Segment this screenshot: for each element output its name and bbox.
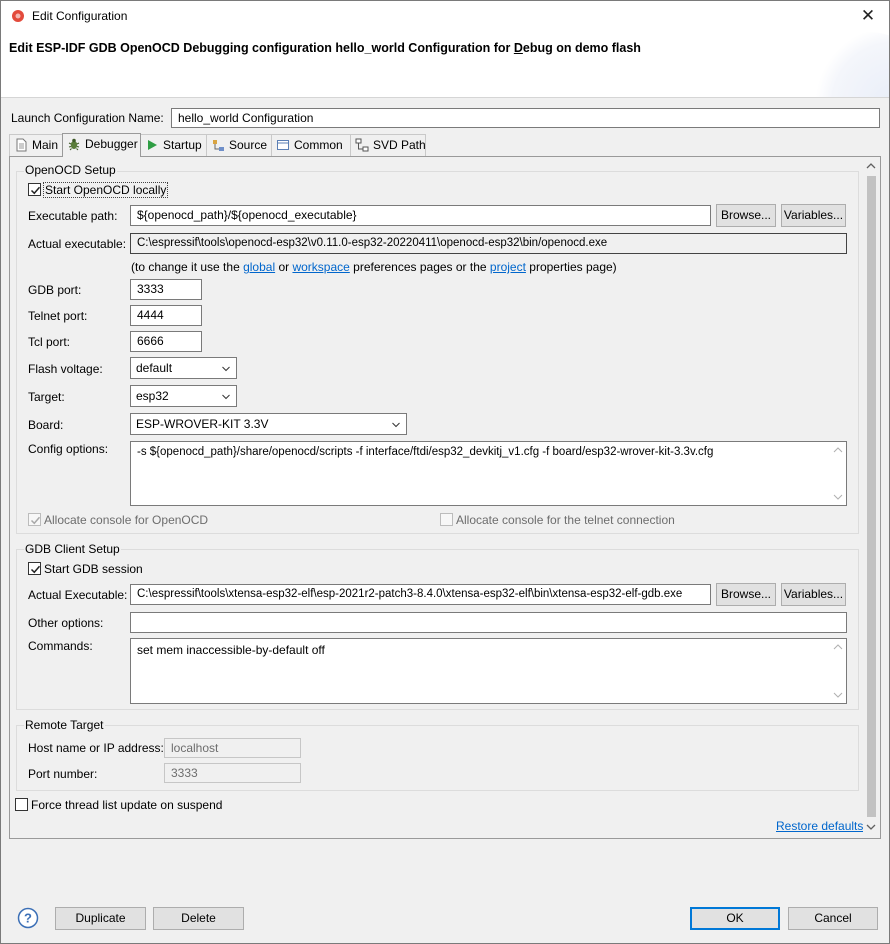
tcl-port-label: Tcl port: <box>28 335 71 349</box>
document-icon <box>16 138 27 152</box>
start-openocd-checkbox[interactable] <box>28 183 41 196</box>
gdb-browse-button[interactable]: Browse... <box>716 583 776 606</box>
workspace-link[interactable]: workspace <box>292 260 349 274</box>
project-link[interactable]: project <box>490 260 526 274</box>
svd-icon <box>355 138 369 152</box>
force-thread-label: Force thread list update on suspend <box>31 798 223 812</box>
panel-scrollbar[interactable] <box>863 158 879 837</box>
gdb-exec-label: Actual Executable: <box>28 588 128 602</box>
gdb-variables-button[interactable]: Variables... <box>781 583 846 606</box>
alloc-console-checkbox[interactable] <box>28 513 41 526</box>
app-icon <box>12 10 24 22</box>
launch-name-label: Launch Configuration Name: <box>11 111 164 125</box>
checkmark-icon <box>30 186 41 195</box>
start-gdb-checkbox[interactable] <box>28 562 41 575</box>
config-options-textarea[interactable]: -s ${openocd_path}/share/openocd/scripts… <box>130 441 847 506</box>
commands-textarea[interactable]: set mem inaccessible-by-default off <box>130 638 847 704</box>
close-button[interactable]: ✕ <box>853 3 883 29</box>
host-label: Host name or IP address: <box>28 741 164 755</box>
scroll-thumb[interactable] <box>867 176 876 817</box>
gdb-port-label: GDB port: <box>28 283 82 297</box>
exec-path-label: Executable path: <box>28 209 118 223</box>
bug-icon <box>68 138 80 151</box>
board-select[interactable]: ESP-WROVER-KIT 3.3V <box>130 413 407 435</box>
scroll-up-icon[interactable] <box>866 162 876 170</box>
window-title: Edit Configuration <box>32 9 128 23</box>
cancel-button[interactable]: Cancel <box>788 907 878 930</box>
textarea-scrollbar[interactable] <box>830 639 846 703</box>
tab-debugger[interactable]: Debugger <box>62 133 141 157</box>
openocd-browse-button[interactable]: Browse... <box>716 204 776 227</box>
scroll-down-icon[interactable] <box>866 823 876 831</box>
gdb-exec-input[interactable]: C:\espressif\tools\xtensa-esp32-elf\esp-… <box>130 584 711 605</box>
alloc-telnet-checkbox[interactable] <box>440 513 453 526</box>
duplicate-button[interactable]: Duplicate <box>55 907 146 930</box>
gdb-port-input[interactable]: 3333 <box>130 279 202 300</box>
dialog-header-title: Edit ESP-IDF GDB OpenOCD Debugging confi… <box>9 41 641 55</box>
tab-startup[interactable]: Startup <box>140 134 207 156</box>
launch-name-input[interactable]: hello_world Configuration <box>171 108 880 128</box>
other-options-input[interactable] <box>130 612 847 633</box>
common-icon <box>277 140 289 150</box>
help-icon[interactable]: ? <box>17 907 39 929</box>
header-decoration <box>809 32 889 97</box>
ok-button[interactable]: OK <box>690 907 780 930</box>
telnet-port-input[interactable]: 4444 <box>130 305 202 326</box>
remote-target-title: Remote Target <box>24 718 105 732</box>
commands-label: Commands: <box>28 639 93 653</box>
source-icon <box>213 140 224 151</box>
port-input[interactable]: 3333 <box>164 763 301 783</box>
chevron-down-icon <box>392 422 400 428</box>
global-link[interactable]: global <box>243 260 275 274</box>
dialog-header: Edit ESP-IDF GDB OpenOCD Debugging confi… <box>1 32 889 98</box>
other-options-label: Other options: <box>28 616 104 630</box>
restore-defaults-link[interactable]: Restore defaults <box>776 819 863 833</box>
exec-path-input[interactable]: ${openocd_path}/${openocd_executable} <box>130 205 711 226</box>
checkmark-icon <box>30 565 41 574</box>
config-options-label: Config options: <box>28 442 109 456</box>
start-gdb-label: Start GDB session <box>44 562 143 576</box>
edit-configuration-dialog: Edit Configuration ✕ Edit ESP-IDF GDB Op… <box>0 0 890 944</box>
openocd-setup-title: OpenOCD Setup <box>24 163 117 177</box>
chevron-down-icon <box>222 366 230 372</box>
play-icon <box>148 140 157 150</box>
force-thread-checkbox[interactable] <box>15 798 28 811</box>
tab-source[interactable]: Source <box>206 134 272 156</box>
host-input[interactable]: localhost <box>164 738 301 758</box>
actual-exec-field: C:\espressif\tools\openocd-esp32\v0.11.0… <box>130 233 847 254</box>
telnet-port-label: Telnet port: <box>28 309 88 323</box>
remote-target-group <box>16 725 859 791</box>
tcl-port-input[interactable]: 6666 <box>130 331 202 352</box>
delete-button[interactable]: Delete <box>153 907 244 930</box>
alloc-console-label: Allocate console for OpenOCD <box>44 513 209 527</box>
board-label: Board: <box>28 418 64 432</box>
title-bar: Edit Configuration ✕ <box>1 1 889 32</box>
actual-exec-label: Actual executable: <box>28 237 127 251</box>
chevron-down-icon <box>222 394 230 400</box>
change-hint: (to change it use the global or workspac… <box>131 260 617 274</box>
flash-voltage-select[interactable]: default <box>130 357 237 379</box>
svg-text:?: ? <box>24 911 32 926</box>
textarea-scrollbar[interactable] <box>830 442 846 505</box>
alloc-telnet-label: Allocate console for the telnet connecti… <box>456 513 675 527</box>
target-label: Target: <box>28 390 65 404</box>
flash-voltage-label: Flash voltage: <box>28 362 103 376</box>
start-openocd-label[interactable]: Start OpenOCD locally <box>43 182 169 198</box>
tab-main[interactable]: Main <box>9 134 63 156</box>
gdb-client-title: GDB Client Setup <box>24 542 121 556</box>
openocd-variables-button[interactable]: Variables... <box>781 204 846 227</box>
port-label: Port number: <box>28 767 98 781</box>
tab-svd-path[interactable]: SVD Path <box>350 134 426 156</box>
target-select[interactable]: esp32 <box>130 385 237 407</box>
checkmark-icon <box>30 516 41 525</box>
tab-common[interactable]: Common <box>271 134 351 156</box>
